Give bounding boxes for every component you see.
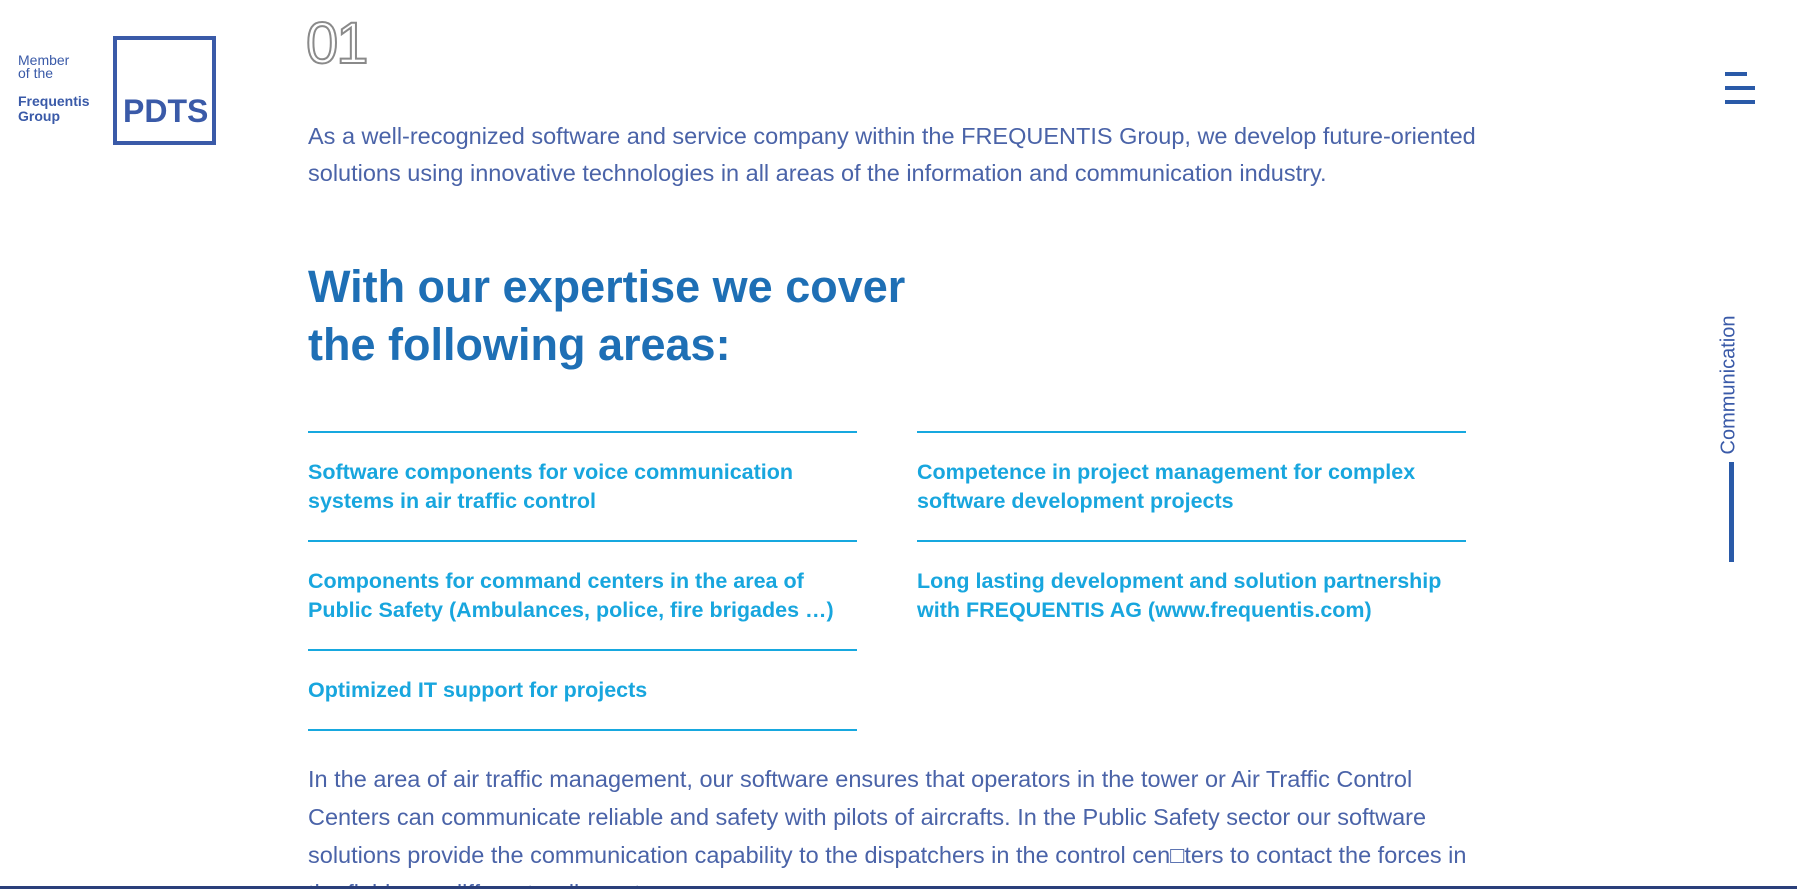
section-heading: With our expertise we cover the followin… (308, 258, 1008, 374)
area-item: Long lasting development and solution pa… (917, 540, 1466, 649)
menu-line-3 (1725, 100, 1755, 104)
hamburger-menu-icon[interactable] (1725, 72, 1757, 106)
logo-group-line2: Group (18, 108, 60, 124)
logo-box-text: PDTS (123, 93, 209, 129)
heading-line2: the following areas: (308, 319, 731, 370)
section-number: 01 (305, 11, 369, 76)
logo-member-text: Member of the (18, 53, 69, 81)
menu-line-1 (1725, 72, 1747, 76)
areas-left-column: Software components for voice communicat… (308, 431, 857, 731)
side-nav-indicator (1729, 462, 1734, 562)
logo-member-line2: of the (18, 65, 54, 81)
pdts-logo[interactable]: Member of the Frequentis Group PDTS (18, 36, 218, 146)
side-nav-label-text: Communication (1717, 315, 1740, 455)
area-item: Optimized IT support for projects (308, 649, 857, 731)
heading-line1: With our expertise we cover (308, 261, 906, 312)
side-nav-label[interactable]: Communication (1717, 315, 1741, 455)
logo-box: PDTS (113, 36, 216, 145)
area-item: Components for command centers in the ar… (308, 540, 857, 649)
logo-group-text: Frequentis Group (18, 94, 90, 124)
page: Member of the Frequentis Group PDTS 01 A… (0, 0, 1797, 889)
intro-paragraph: As a well-recognized software and servic… (308, 123, 1476, 186)
logo-group-line1: Frequentis (18, 93, 90, 109)
area-item: Competence in project management for com… (917, 431, 1466, 540)
menu-line-2 (1725, 86, 1755, 90)
body-paragraph: In the area of air traffic management, o… (308, 766, 1467, 889)
area-item: Software components for voice communicat… (308, 431, 857, 540)
areas-right-column: Competence in project management for com… (917, 431, 1466, 649)
